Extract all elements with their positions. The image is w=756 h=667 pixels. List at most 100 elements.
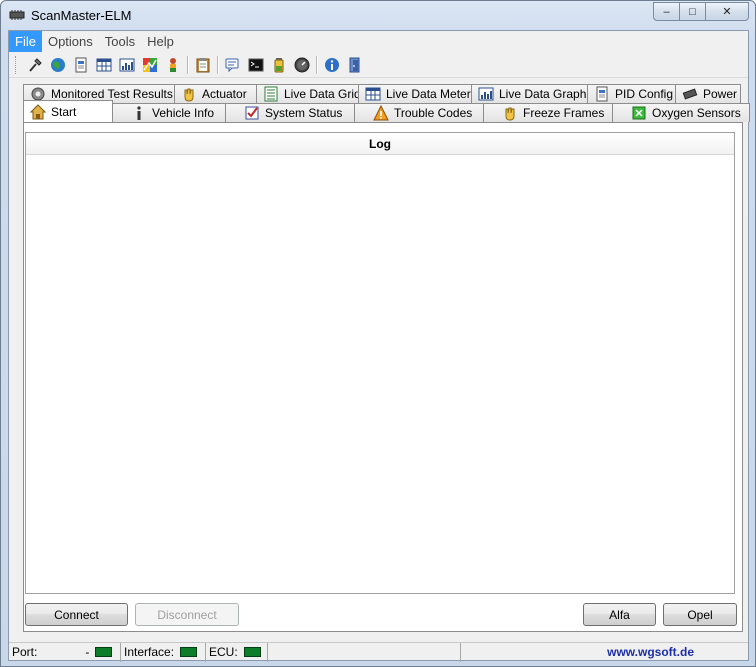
person-icon (169, 57, 176, 72)
tab-freeze-frames[interactable]: Freeze Frames (483, 103, 613, 122)
grid-icon (365, 87, 381, 101)
tab-oxygen-sensors[interactable]: Oxygen Sensors (612, 103, 750, 122)
hand-icon (505, 107, 515, 121)
log-panel[interactable]: Log (25, 132, 735, 594)
toolbar-info-button[interactable] (320, 54, 343, 76)
tab-trouble-codes[interactable]: Trouble Codes (354, 103, 484, 122)
status-ecu: ECU: (206, 642, 268, 662)
interface-label: Interface: (124, 645, 175, 659)
tab-label: Live Data Meter (386, 87, 471, 101)
website-link[interactable]: www.wgsoft.de (607, 645, 694, 659)
port-led (95, 647, 113, 657)
house-icon (30, 103, 46, 119)
graph-icon (478, 87, 494, 101)
toolbar-terminal-button[interactable] (244, 54, 267, 76)
tab-pid-config[interactable]: PID Config (587, 84, 676, 103)
app-window: ScanMaster-ELM ‒ □ ✕ File Options Tools … (0, 0, 756, 667)
tab-label: Power (703, 87, 738, 101)
toolbar-separator (187, 55, 188, 74)
port-value: - (85, 645, 90, 659)
connect-button[interactable]: Connect (25, 603, 128, 626)
door-icon (349, 57, 359, 72)
toolbar-document-button[interactable] (69, 54, 92, 76)
status-bar: Port: - Interface: ECU: www.wgsoft.de (9, 642, 748, 662)
status-interface: Interface: (121, 642, 206, 662)
tab-vehicle-info[interactable]: Vehicle Info (112, 103, 226, 122)
opel-button[interactable]: Opel (663, 603, 737, 626)
disconnect-button[interactable]: Disconnect (135, 603, 239, 626)
page-icon (596, 86, 608, 102)
checkbox-icon (245, 106, 259, 120)
title-bar[interactable]: ScanMaster-ELM ‒ □ ✕ (1, 1, 755, 29)
toolbar-clipboard-button[interactable] (191, 54, 214, 76)
toolbar-meter-button[interactable] (115, 54, 138, 76)
clipboard-icon (196, 57, 209, 72)
terminal-icon (248, 58, 263, 71)
toolbar-gauge-button[interactable] (290, 54, 313, 76)
client-area: File Options Tools Help Monitored Test R… (8, 30, 750, 662)
ecu-led (243, 647, 261, 657)
meter-icon (119, 58, 134, 71)
battery-icon (274, 57, 283, 72)
close-button[interactable]: ✕ (705, 2, 749, 21)
tab-live-data-graph[interactable]: Live Data Graph (471, 84, 588, 103)
toolbar-grip[interactable] (15, 55, 19, 74)
tab-label: Start (51, 104, 77, 119)
tab-system-status[interactable]: System Status (225, 103, 355, 122)
maximize-button[interactable]: □ (679, 2, 706, 21)
alfa-button[interactable]: Alfa (583, 603, 656, 626)
toolbar-person-button[interactable] (161, 54, 184, 76)
menu-options[interactable]: Options (42, 31, 99, 52)
tab-label: Live Data Graph (499, 87, 587, 101)
hand-icon (184, 88, 194, 102)
gauge-icon (294, 57, 309, 72)
toolbar-connect-button[interactable] (23, 54, 46, 76)
menu-tools[interactable]: Tools (99, 31, 141, 52)
minimize-button[interactable]: ‒ (653, 2, 680, 21)
chip-icon (682, 88, 698, 100)
status-empty (268, 642, 461, 662)
toolbar-separator (316, 55, 317, 74)
tab-power[interactable]: Power (675, 84, 741, 103)
list-icon (264, 86, 278, 102)
tab-live-data-meter[interactable]: Live Data Meter (358, 84, 472, 103)
tab-label: PID Config (615, 87, 674, 101)
toolbar-battery-button[interactable] (267, 54, 290, 76)
connect-plug-icon (28, 57, 42, 72)
warning-icon (373, 105, 389, 121)
tab-label: System Status (265, 106, 343, 120)
toolbar-grid-button[interactable] (92, 54, 115, 76)
tab-label: Trouble Codes (394, 106, 473, 120)
grid-icon (96, 58, 111, 71)
tab-start[interactable]: Start (23, 100, 113, 122)
toolbar-exit-button[interactable] (343, 54, 366, 76)
window-controls: ‒ □ ✕ (653, 2, 749, 21)
menu-file[interactable]: File (9, 31, 42, 52)
globe-icon (50, 57, 65, 72)
toolbar-globe-button[interactable] (46, 54, 69, 76)
minimize-icon: ‒ (663, 5, 670, 18)
window-title: ScanMaster-ELM (31, 8, 132, 23)
status-website: www.wgsoft.de (461, 643, 748, 662)
toolbar-separator (217, 55, 218, 74)
tab-label: Actuator (202, 87, 247, 101)
maximize-icon: □ (689, 5, 696, 18)
app-chip-icon (9, 10, 25, 20)
status-port: Port: - (9, 642, 121, 662)
menu-help[interactable]: Help (141, 31, 180, 52)
tab-live-data-grid[interactable]: Live Data Grid (256, 84, 361, 103)
tab-row-back: Monitored Test Results Actuator Live Dat… (23, 84, 741, 103)
close-icon: ✕ (722, 6, 732, 18)
tab-label: Monitored Test Results (51, 87, 173, 101)
log-header: Log (26, 133, 734, 155)
info-icon (137, 106, 141, 120)
toolbar-chat-button[interactable] (221, 54, 244, 76)
menu-bar: File Options Tools Help (9, 31, 748, 52)
toolbar (9, 52, 748, 78)
document-icon (75, 57, 86, 72)
tab-actuator[interactable]: Actuator (174, 84, 257, 103)
interface-led (180, 647, 198, 657)
toolbar-color-graph-button[interactable] (138, 54, 161, 76)
info-icon (324, 57, 339, 72)
tab-label: Vehicle Info (152, 106, 215, 120)
